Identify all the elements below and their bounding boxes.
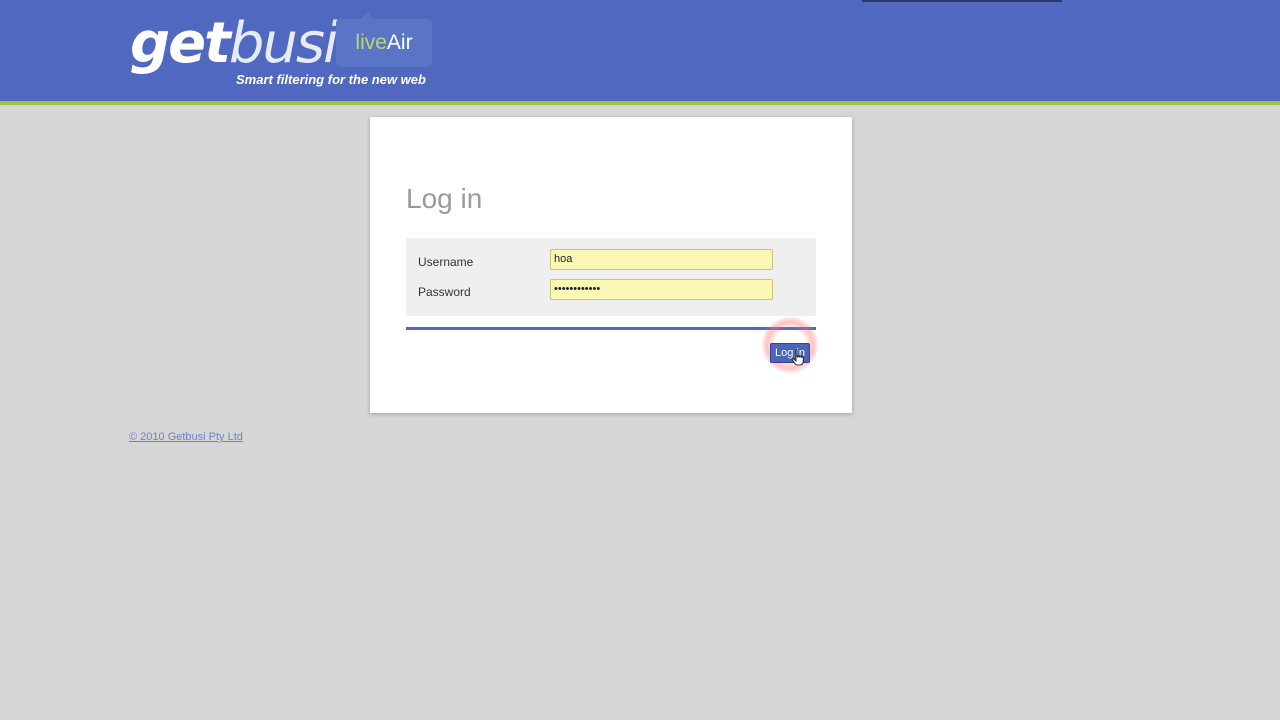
login-form: Username hoa Password ••••••••••••	[406, 238, 816, 316]
getbusi-logo: getbusi	[130, 11, 339, 76]
copyright-link[interactable]: © 2010 Getbusi Pty Ltd	[129, 431, 243, 443]
header-top-strip	[862, 0, 1062, 2]
logo-text-busi: busi	[228, 11, 339, 76]
username-label: Username	[418, 255, 474, 269]
password-field[interactable]: ••••••••••••	[550, 279, 773, 300]
badge-live-text: live	[355, 31, 387, 54]
liveair-badge: liveAir	[336, 19, 432, 67]
badge-air-text: Air	[386, 31, 413, 54]
logo-text-get: get	[130, 11, 231, 76]
username-field[interactable]: hoa	[550, 249, 773, 270]
login-button[interactable]: Log in	[770, 343, 810, 363]
login-panel: Log in Username hoa Password •••••••••••…	[370, 117, 852, 413]
login-title: Log in	[406, 183, 483, 214]
header-bar: getbusi liveAir Smart filtering for the …	[0, 0, 1280, 101]
password-label: Password	[418, 285, 471, 299]
header-accent-stripe	[0, 101, 1280, 105]
tagline: Smart filtering for the new web	[236, 72, 426, 87]
form-divider	[406, 327, 816, 330]
